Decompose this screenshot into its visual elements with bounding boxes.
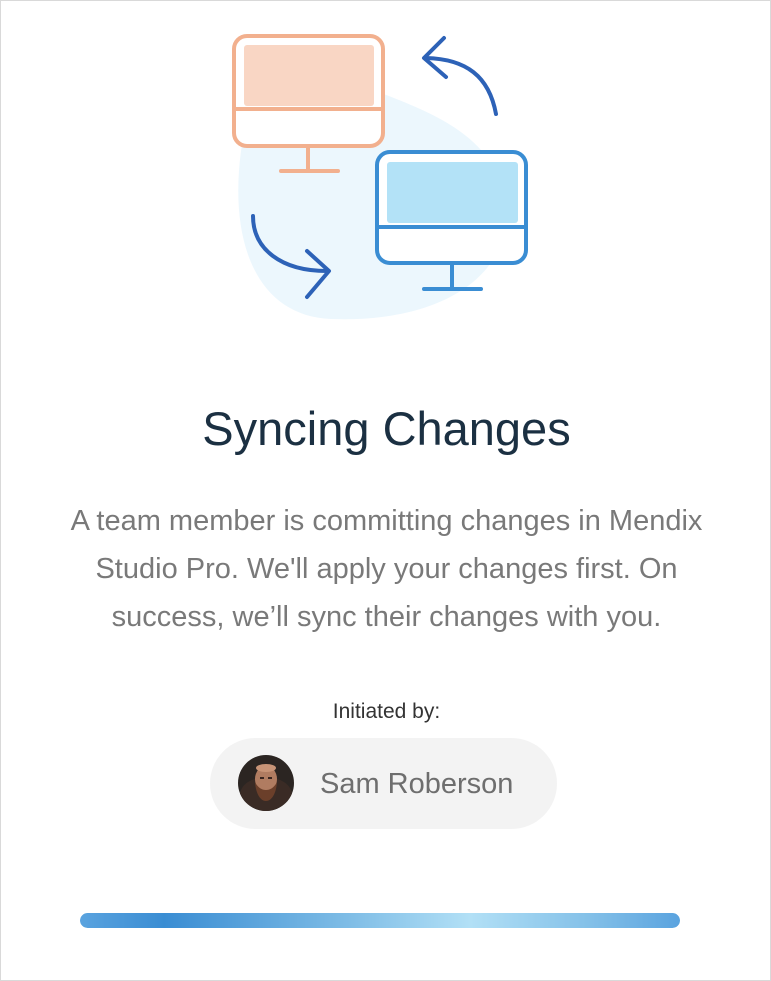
dialog-description: A team member is committing changes in M… — [1, 497, 771, 641]
dialog-title: Syncing Changes — [202, 402, 571, 455]
description-line: A team member is committing changes in M… — [70, 505, 703, 537]
avatar — [238, 755, 294, 811]
initiated-by-label: Initiated by: — [332, 700, 441, 723]
sync-dialog: Syncing Changes A team member is committ… — [0, 0, 771, 981]
sync-arrow-icon — [422, 36, 498, 116]
description-line: Studio Pro. We'll apply your changes fir… — [95, 553, 678, 585]
sync-progress-bar — [80, 913, 680, 928]
description-line: success, we’ll sync their changes with y… — [111, 601, 662, 633]
user-avatar-photo — [238, 755, 294, 811]
user-chip: Sam Roberson — [210, 738, 557, 829]
user-name: Sam Roberson — [320, 768, 514, 800]
sync-progress-fill — [80, 913, 680, 928]
sync-illustration — [232, 34, 528, 320]
